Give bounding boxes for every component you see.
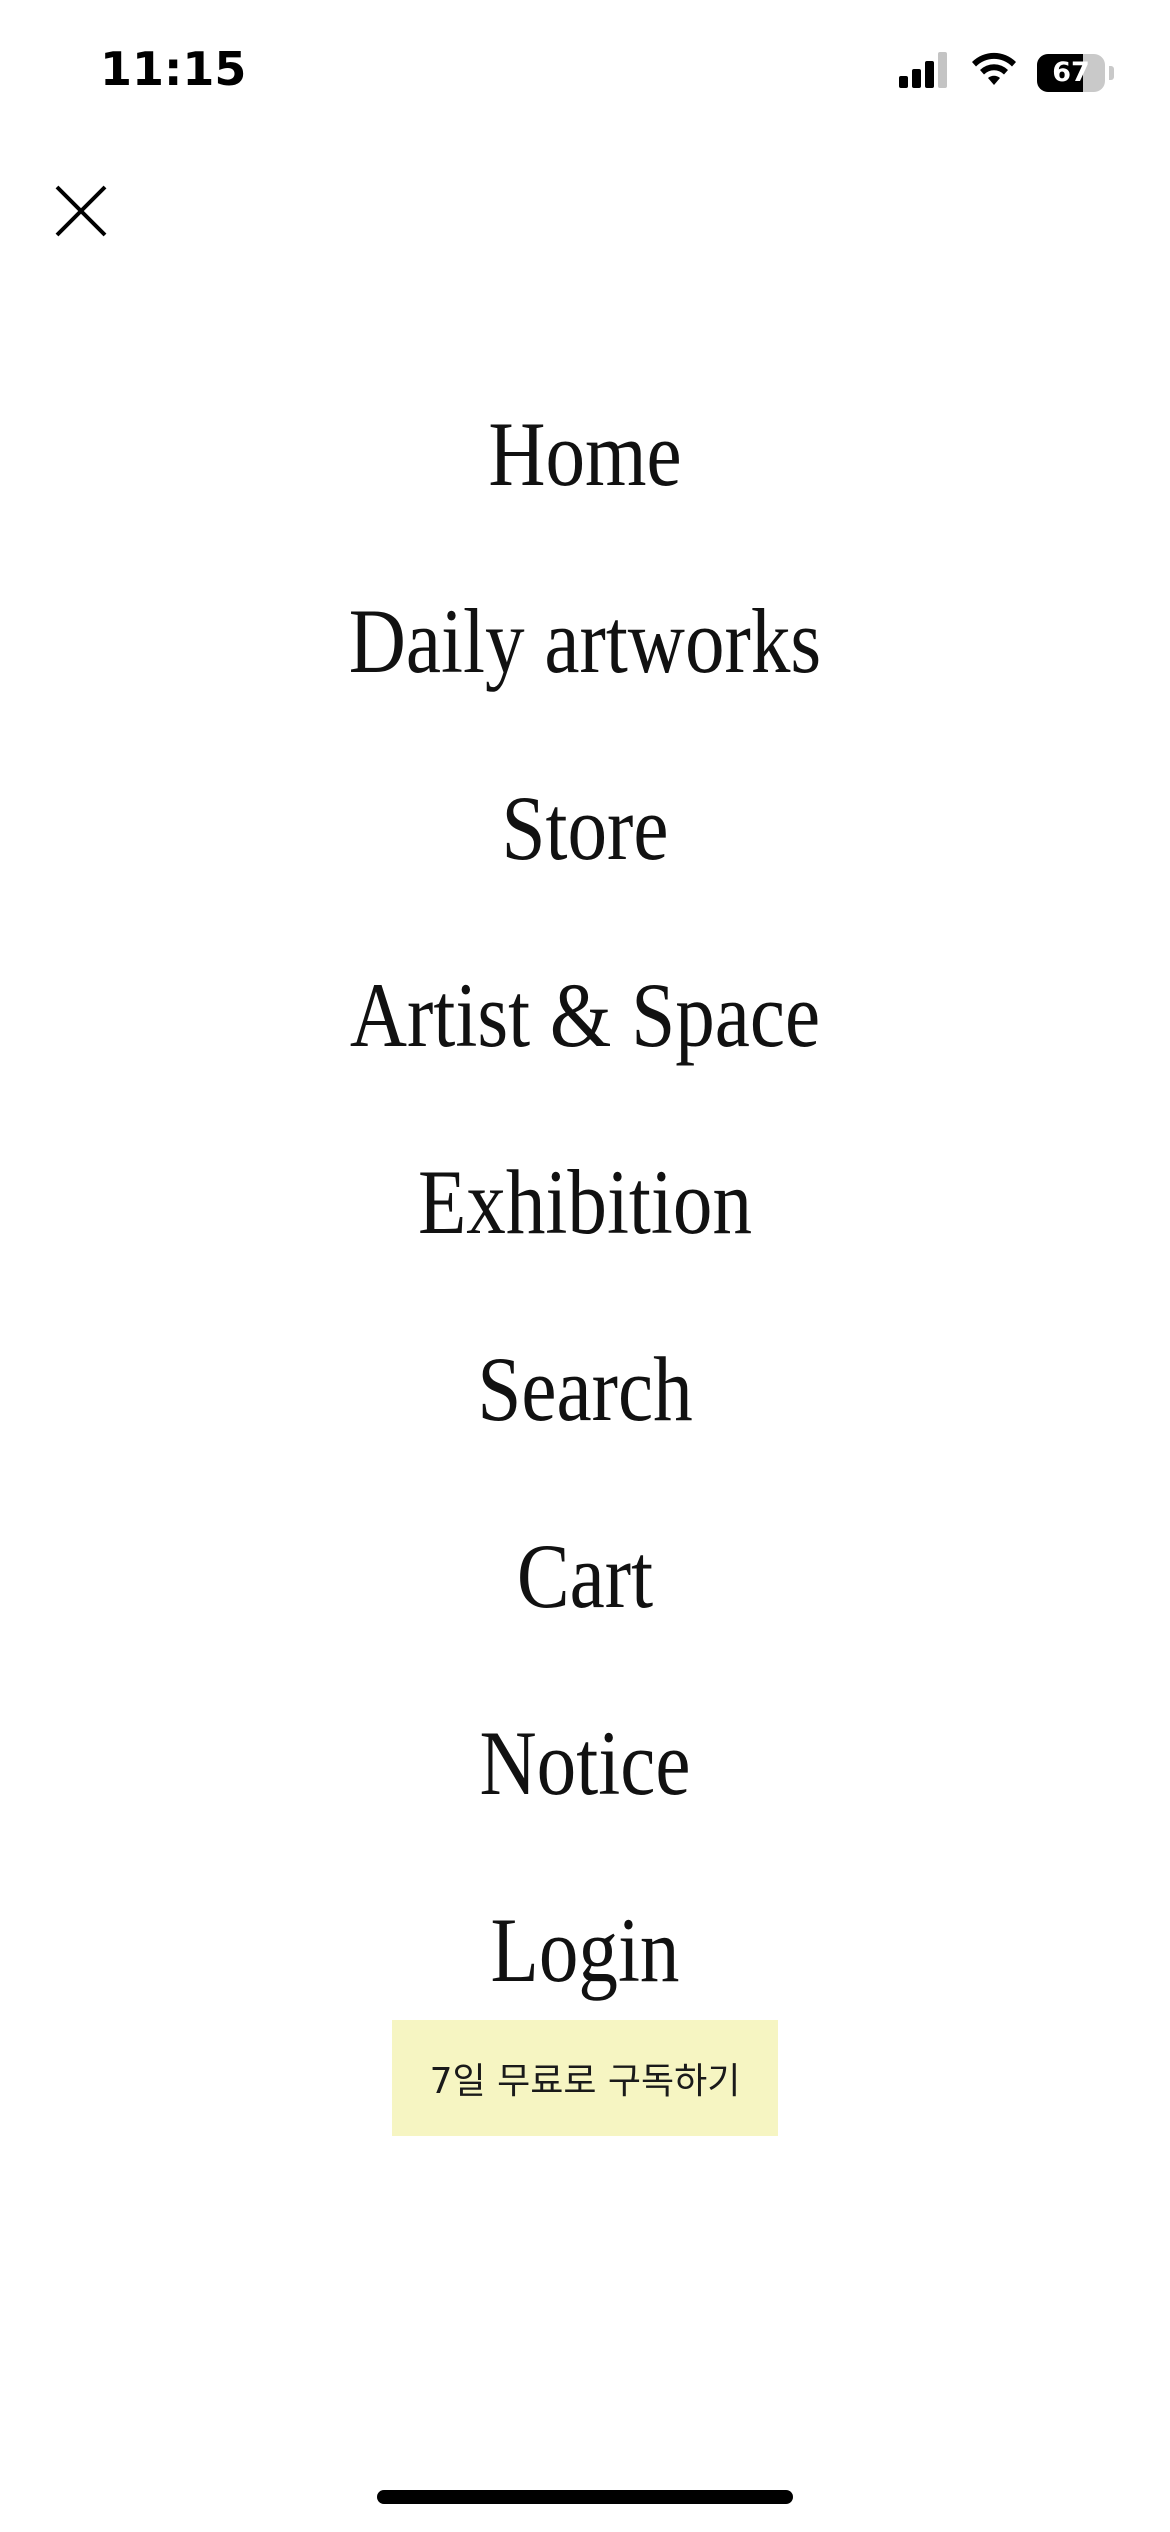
close-button[interactable]: [48, 180, 114, 246]
battery-icon: 67: [1037, 53, 1105, 92]
wifi-icon: [969, 52, 1019, 93]
menu-item-login[interactable]: Login: [82, 1856, 1088, 2043]
status-bar: 11:15 67: [0, 0, 1170, 150]
cellular-signal-icon: [899, 52, 951, 93]
close-icon: [54, 184, 108, 243]
menu-item-home[interactable]: Home: [82, 360, 1088, 547]
battery-tip: [1109, 65, 1114, 80]
menu-item-daily-artworks[interactable]: Daily artworks: [82, 547, 1088, 734]
menu-item-store[interactable]: Store: [82, 734, 1088, 921]
menu-item-search[interactable]: Search: [82, 1295, 1088, 1482]
main-menu: Home Daily artworks Store Artist & Space…: [0, 360, 1170, 2043]
menu-item-notice[interactable]: Notice: [82, 1669, 1088, 1856]
home-indicator[interactable]: [377, 2490, 793, 2504]
menu-item-exhibition[interactable]: Exhibition: [82, 1108, 1088, 1295]
subscribe-button[interactable]: 7일 무료로 구독하기: [392, 2020, 778, 2136]
menu-item-artist-space[interactable]: Artist & Space: [82, 921, 1088, 1108]
menu-item-cart[interactable]: Cart: [82, 1482, 1088, 1669]
battery-percentage: 67: [1052, 57, 1090, 88]
status-icons: 67: [899, 52, 1114, 93]
status-time: 11:15: [100, 42, 247, 96]
